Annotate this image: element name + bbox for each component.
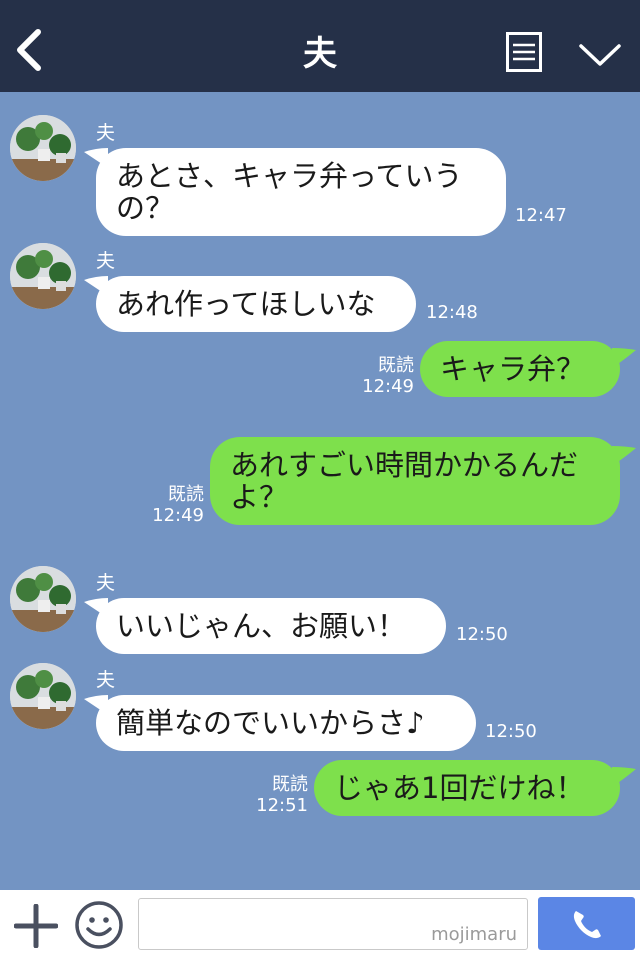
plant-avatar-icon	[10, 115, 76, 181]
read-receipt: 既読 12:51	[254, 774, 308, 816]
call-button[interactable]	[538, 897, 635, 950]
sender-name: 夫	[96, 669, 116, 691]
timestamp: 12:49	[152, 505, 204, 526]
timestamp: 12:49	[362, 376, 414, 397]
plant-avatar-icon	[10, 243, 76, 309]
timestamp: 12:50	[456, 624, 508, 645]
sender-name: 夫	[96, 250, 116, 272]
read-receipt: 既読 12:49	[360, 355, 414, 397]
message-text-line: の？	[116, 191, 175, 225]
timestamp: 12:51	[256, 795, 308, 816]
timestamp: 12:47	[515, 205, 567, 226]
read-label: 既読	[168, 484, 204, 505]
message-bubble[interactable]: 簡単なのでいいからさ♪	[96, 695, 476, 751]
message-bubble[interactable]: じゃあ1回だけね！	[314, 760, 620, 816]
sender-name: 夫	[96, 572, 116, 594]
message-bubble[interactable]: あとさ、キャラ弁っていう の？	[96, 148, 506, 236]
message-text-line: じゃあ1回だけね！	[334, 771, 585, 805]
message-bubble[interactable]: キャラ弁？	[420, 341, 620, 397]
message-bubble[interactable]: いいじゃん、お願い！	[96, 598, 446, 654]
message-text-line: よ？	[230, 480, 289, 514]
bubble-tail	[612, 348, 636, 368]
chevron-down-icon[interactable]	[578, 38, 622, 68]
read-label: 既読	[378, 355, 414, 376]
back-icon[interactable]	[10, 28, 50, 72]
bubble-tail	[612, 446, 636, 466]
chat-header	[0, 0, 640, 92]
bubble-tail	[612, 767, 636, 787]
smile-icon[interactable]	[74, 900, 124, 950]
message-bubble[interactable]: あれ作ってほしいな	[96, 276, 416, 332]
message-text-line: あれ作ってほしいな	[116, 287, 376, 321]
message-text-line: 簡単なのでいいからさ♪	[116, 706, 425, 740]
avatar[interactable]	[10, 566, 76, 632]
phone-icon	[573, 911, 601, 939]
plus-icon[interactable]	[14, 904, 58, 948]
message-text-line: キャラ弁？	[440, 352, 586, 386]
sender-name: 夫	[96, 122, 116, 144]
watermark-text: mojimaru	[431, 924, 517, 945]
message-text-line: いいじゃん、お願い！	[116, 609, 407, 643]
timestamp: 12:48	[426, 302, 478, 323]
message-input[interactable]: mojimaru	[138, 898, 528, 950]
message-bubble[interactable]: あれすごい時間かかるんだ よ？	[210, 437, 620, 525]
read-receipt: 既読 12:49	[150, 484, 204, 526]
avatar[interactable]	[10, 243, 76, 309]
message-text-line: あれすごい時間かかるんだ	[230, 448, 579, 482]
avatar[interactable]	[10, 663, 76, 729]
menu-icon[interactable]	[506, 32, 542, 72]
plant-avatar-icon	[10, 566, 76, 632]
message-text-line: あとさ、キャラ弁っていう	[116, 159, 463, 193]
plant-avatar-icon	[10, 663, 76, 729]
avatar[interactable]	[10, 115, 76, 181]
read-label: 既読	[272, 774, 308, 795]
timestamp: 12:50	[485, 721, 537, 742]
